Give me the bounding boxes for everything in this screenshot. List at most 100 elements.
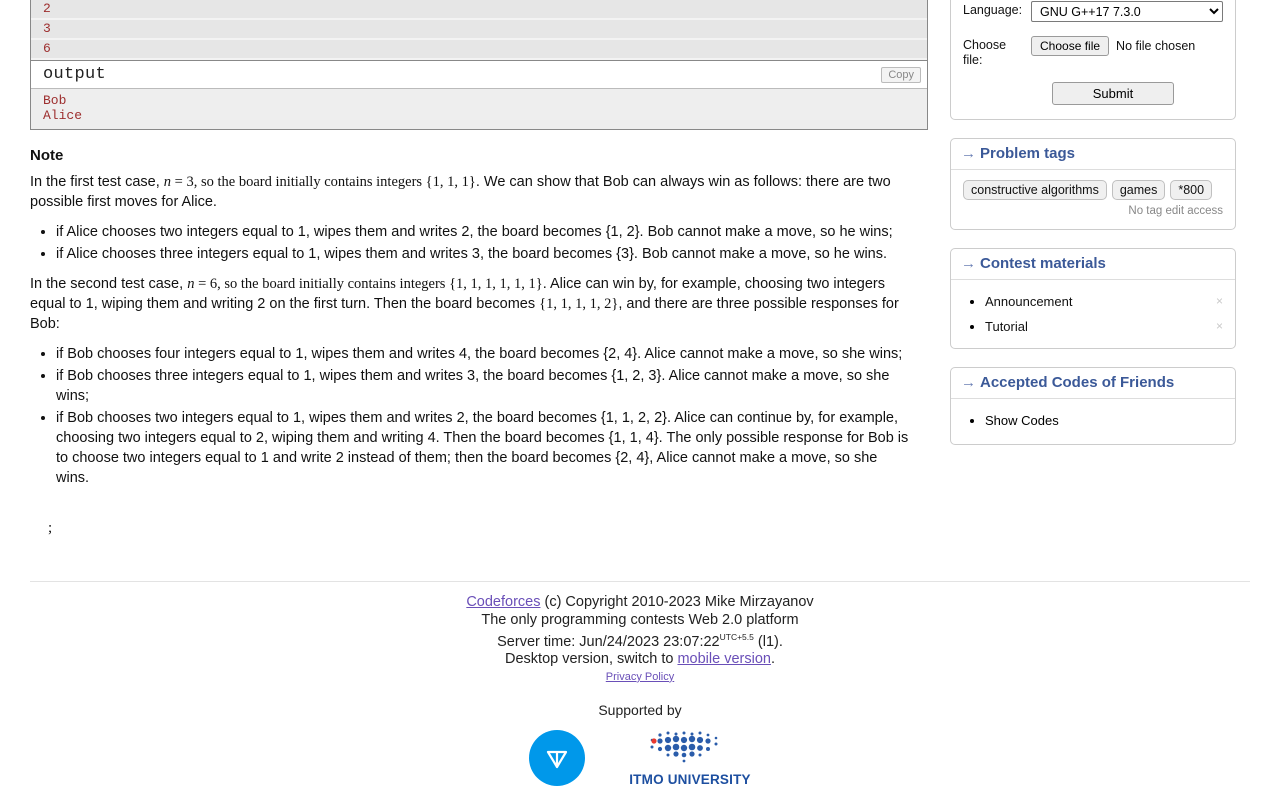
- submit-button-wrap: Submit: [963, 82, 1223, 105]
- ton-logo-icon[interactable]: [529, 729, 586, 786]
- itmo-logo[interactable]: ITMO UNIVERSITY: [629, 728, 751, 787]
- note-paragraph-2: In the second test case, n = 6, so the b…: [30, 274, 910, 334]
- sample-tests: 2 3 6 output Copy Bob Alice: [30, 0, 928, 130]
- server-time-prefix: Server time: Jun/24/2023 23:07:22: [497, 633, 720, 650]
- note-p1-part-b: = 3, so the board initially contains int…: [171, 174, 426, 190]
- language-label: Language:: [963, 3, 1023, 17]
- list-item: if Bob chooses two integers equal to 1, …: [56, 408, 910, 488]
- itmo-university-label: ITMO UNIVERSITY: [629, 772, 751, 787]
- note-p1-part-a: In the first test case,: [30, 174, 164, 190]
- sample-output-line: Bob: [43, 93, 67, 108]
- contest-materials-header[interactable]: → Contest materials: [951, 249, 1235, 280]
- accepted-codes-body: Show Codes: [951, 399, 1235, 444]
- note-p2-set: {1, 1, 1, 1, 1, 1}: [449, 276, 543, 292]
- sponsor-logos: ITMO UNIVERSITY: [0, 728, 1280, 787]
- file-row: Choose file: Choose file No file chosen: [963, 36, 1223, 68]
- contest-materials-list: Announcement × Tutorial ×: [963, 294, 1223, 334]
- arrow-right-icon: →: [961, 374, 976, 391]
- accepted-codes-title: Accepted Codes of Friends: [980, 374, 1175, 391]
- tag-list: constructive algorithms games *800: [963, 180, 1223, 200]
- note-list-2: if Bob chooses four integers equal to 1,…: [30, 344, 910, 488]
- choose-file-label-line2: file:: [963, 53, 983, 67]
- note-list-1: if Alice chooses two integers equal to 1…: [30, 222, 910, 264]
- desktop-version-text: Desktop version, switch to: [505, 651, 678, 668]
- sample-input-line: 6: [31, 40, 927, 60]
- close-icon[interactable]: ×: [1216, 294, 1223, 308]
- codeforces-link[interactable]: Codeforces: [466, 594, 540, 610]
- list-item: Announcement ×: [985, 294, 1223, 309]
- contest-materials-body: Announcement × Tutorial ×: [951, 280, 1235, 348]
- mobile-version-link[interactable]: mobile version: [677, 651, 771, 667]
- arrow-right-icon: →: [961, 255, 976, 272]
- submit-form: Language: GNU G++17 7.3.0 Choose file: C…: [951, 0, 1235, 119]
- list-item: if Alice chooses three integers equal to…: [56, 244, 910, 264]
- note-p2-set-2: {1, 1, 1, 1, 2}: [539, 296, 619, 312]
- note-p2-part-b: = 6, so the board initially contains int…: [194, 276, 450, 292]
- note-paragraph-1: In the first test case, n = 3, so the bo…: [30, 172, 910, 212]
- close-icon[interactable]: ×: [1216, 319, 1223, 333]
- choose-file-label: Choose file:: [963, 36, 1031, 68]
- choose-file-button[interactable]: Choose file: [1031, 36, 1110, 56]
- supported-by-label: Supported by: [598, 702, 682, 718]
- note-p1-set: {1, 1, 1}: [425, 174, 476, 190]
- file-control: Choose file No file chosen: [1031, 36, 1195, 56]
- problem-tags-header[interactable]: → Problem tags: [951, 139, 1235, 170]
- sample-input-line: 2: [31, 0, 927, 20]
- note-p2-part-a: In the second test case,: [30, 276, 188, 292]
- material-link-announcement[interactable]: Announcement: [985, 294, 1072, 309]
- privacy-policy-wrap: Privacy Policy: [0, 669, 1280, 687]
- server-time-utc: UTC+5.5: [719, 632, 754, 642]
- contest-materials-title: Contest materials: [980, 255, 1106, 272]
- version-line-suffix: .: [770, 651, 775, 668]
- footer-version-line: Desktop version, switch to mobile versio…: [0, 651, 1280, 669]
- problem-tags-body: constructive algorithms games *800 No ta…: [951, 170, 1235, 229]
- list-item: if Alice chooses two integers equal to 1…: [56, 222, 910, 242]
- footer-copyright-line: Codeforces (c) Copyright 2010-2023 Mike …: [0, 594, 1280, 612]
- choose-file-label-line1: Choose: [963, 38, 1007, 52]
- accepted-codes-header[interactable]: → Accepted Codes of Friends: [951, 368, 1235, 399]
- submit-button[interactable]: Submit: [1051, 82, 1175, 105]
- material-link-tutorial[interactable]: Tutorial: [985, 319, 1028, 334]
- note-section: Note In the first test case, n = 3, so t…: [30, 146, 910, 538]
- sample-input-lines: 2 3 6: [31, 0, 927, 60]
- footer-copyright-text: (c) Copyright 2010-2023 Mike Mirzayanov: [540, 594, 814, 610]
- accepted-codes-list: Show Codes: [963, 413, 1223, 428]
- language-select[interactable]: GNU G++17 7.3.0: [1031, 1, 1223, 22]
- problem-content: 2 3 6 output Copy Bob Alice Note In the …: [30, 0, 930, 538]
- footer-server-time: Server time: Jun/24/2023 23:07:22UTC+5.5…: [0, 629, 1280, 651]
- arrow-right-icon: →: [961, 145, 976, 162]
- itmo-dots-icon: [650, 731, 718, 763]
- sample-input-line: 3: [31, 20, 927, 40]
- privacy-policy-link[interactable]: Privacy Policy: [606, 671, 674, 683]
- problem-tags-panel: → Problem tags constructive algorithms ga…: [950, 138, 1236, 230]
- tag-item[interactable]: games: [1111, 180, 1166, 200]
- list-item: Show Codes: [985, 413, 1223, 428]
- submit-panel: Language: GNU G++17 7.3.0 Choose file: C…: [950, 0, 1236, 120]
- sample-output-line: Alice: [43, 108, 83, 123]
- footer-tagline: The only programming contests Web 2.0 pl…: [481, 611, 799, 628]
- tag-item[interactable]: *800: [1170, 180, 1213, 200]
- footer: Codeforces (c) Copyright 2010-2023 Mike …: [0, 594, 1280, 686]
- sidebar: Language: GNU G++17 7.3.0 Choose file: C…: [950, 0, 1236, 463]
- page-root: 2 3 6 output Copy Bob Alice Note In the …: [0, 0, 1280, 800]
- note-heading: Note: [30, 147, 64, 164]
- list-item: if Bob chooses three integers equal to 1…: [56, 366, 910, 406]
- language-row: Language: GNU G++17 7.3.0: [963, 1, 1223, 22]
- problem-tags-title: Problem tags: [980, 145, 1076, 162]
- no-file-chosen-text: No file chosen: [1116, 39, 1196, 53]
- tag-item[interactable]: constructive algorithms: [963, 180, 1107, 200]
- show-codes-link[interactable]: Show Codes: [985, 413, 1059, 428]
- output-title: output: [43, 65, 107, 84]
- server-time-suffix: (l1).: [753, 633, 783, 650]
- list-item: if Bob chooses four integers equal to 1,…: [56, 344, 910, 364]
- output-header: output Copy: [31, 60, 927, 89]
- stray-semicolon: ;: [48, 520, 53, 536]
- accepted-codes-panel: →Accepted Codes of Friends Show Codes: [950, 367, 1236, 445]
- sample-output-lines: Bob Alice: [31, 89, 927, 129]
- no-tag-edit-access-text: No tag edit access: [1128, 205, 1223, 217]
- copy-output-button[interactable]: Copy: [881, 66, 921, 83]
- note-p1-variable: n: [163, 174, 172, 190]
- list-item: Tutorial ×: [985, 319, 1223, 334]
- contest-materials-panel: →Contest materials Announcement × Tutori…: [950, 248, 1236, 349]
- footer-divider: [30, 581, 1250, 582]
